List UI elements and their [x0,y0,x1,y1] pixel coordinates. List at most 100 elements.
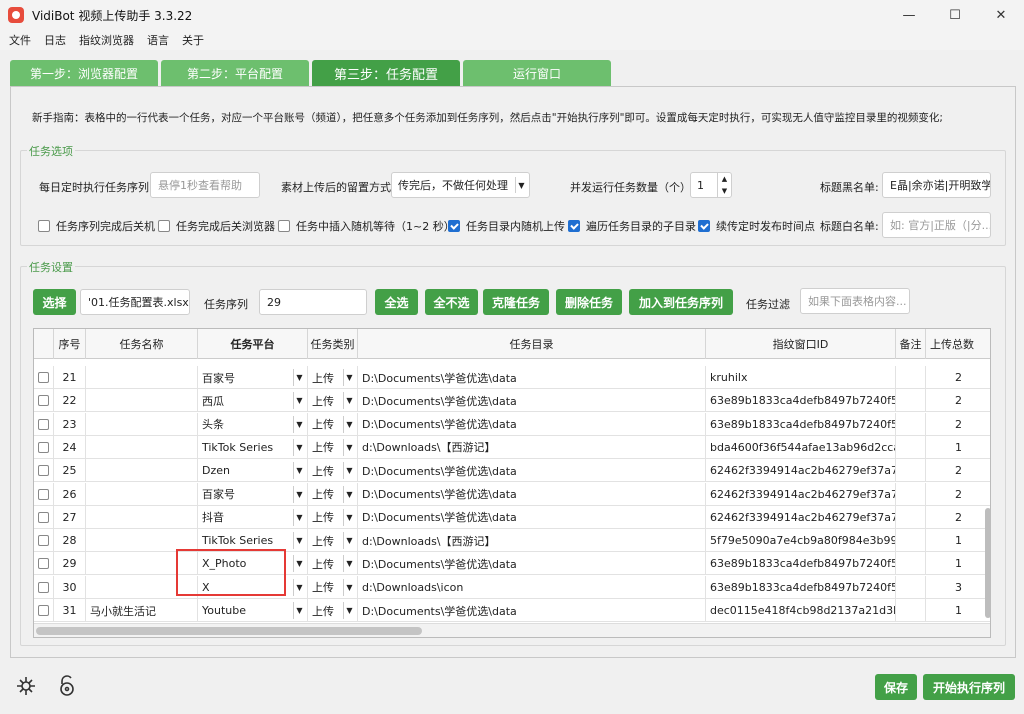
chevron-down-icon[interactable]: ▼ [293,392,305,410]
table-row[interactable]: 22 西瓜 ▼ 上传 ▼ D:\Documents\学爸优选\data 63e89b1833… [34,389,990,413]
row-checkbox-box[interactable] [38,465,49,477]
tab-platform-config[interactable]: 第二步：平台配置 [161,60,309,86]
config-file-field[interactable]: '01.任务配置表.xlsx [80,289,190,315]
start-sequence-button[interactable]: 开始执行序列 [923,674,1015,700]
row-checkbox-box[interactable] [38,372,49,383]
chevron-down-icon[interactable]: ▼ [343,369,355,386]
table-row[interactable]: 26 百家号 ▼ 上传 ▼ D:\Documents\学爸优选\data 62462f339… [34,482,990,506]
header-fingerprint-id[interactable]: 指纹窗口ID [706,329,896,359]
chevron-down-icon[interactable]: ▼ [343,508,355,526]
cell-platform[interactable]: TikTok Series ▼ [198,435,308,459]
cell-platform[interactable]: Dzen ▼ [198,459,308,483]
row-checkbox[interactable] [34,412,54,436]
daily-schedule-input[interactable]: 悬停1秒查看帮助 [150,172,260,198]
row-checkbox[interactable] [34,389,54,413]
menu-fingerprint-browser[interactable]: 指纹浏览器 [79,32,134,48]
header-task-type[interactable]: 任务类别 [308,329,358,359]
vertical-scroll-thumb[interactable] [985,508,991,618]
cell-task-type[interactable]: 上传 ▼ [308,552,358,576]
header-note[interactable]: 备注 [896,329,926,359]
chevron-down-icon[interactable]: ▼ [293,532,305,550]
cell-task-type[interactable]: 上传 ▼ [308,505,358,529]
table-row[interactable]: 21 百家号 ▼ 上传 ▼ D:\Documents\学爸优选\data kruhilx 2 [34,366,990,389]
select-all-button[interactable]: 全选 [375,289,418,315]
minimize-button[interactable]: — [886,0,932,30]
row-checkbox-box[interactable] [38,605,49,616]
row-checkbox-box[interactable] [38,418,49,430]
random-wait-checkbox[interactable]: 任务中插入随机等待（1~2 秒） [278,218,455,234]
row-checkbox-box[interactable] [38,558,49,570]
clone-task-button[interactable]: 克隆任务 [483,289,549,315]
header-platform[interactable]: 任务平台 [198,329,308,359]
chevron-down-icon[interactable]: ▼ [343,555,355,573]
chevron-down-icon[interactable]: ▼ [293,602,305,619]
chevron-down-icon[interactable]: ▼ [293,508,305,526]
row-checkbox[interactable] [34,552,54,576]
unlock-icon[interactable] [56,674,78,704]
cell-platform[interactable]: Youtube ▼ [198,599,308,622]
save-button[interactable]: 保存 [875,674,917,700]
task-sequence-input[interactable]: 29 [259,289,367,315]
row-checkbox-box[interactable] [38,395,49,407]
title-blacklist-input[interactable]: E晶|余亦诺|开明致学| [882,172,991,198]
table-row[interactable]: 23 头条 ▼ 上传 ▼ D:\Documents\学爸优选\data 63e89b1833… [34,412,990,436]
shutdown-after-sequence-checkbox[interactable]: 任务序列完成后关机 [38,218,155,234]
row-checkbox-box[interactable] [38,535,49,547]
cell-task-type[interactable]: 上传 ▼ [308,435,358,459]
row-checkbox[interactable] [34,482,54,506]
cell-platform[interactable]: 头条 ▼ [198,412,308,436]
delete-task-button[interactable]: 删除任务 [556,289,622,315]
cell-platform[interactable]: 百家号 ▼ [198,366,308,389]
menu-about[interactable]: 关于 [182,32,204,48]
tab-browser-config[interactable]: 第一步：浏览器配置 [10,60,158,86]
row-checkbox[interactable] [34,575,54,599]
random-upload-checkbox[interactable]: 任务目录内随机上传 [448,218,565,234]
row-checkbox[interactable] [34,459,54,483]
close-browser-after-task-checkbox[interactable]: 任务完成后关浏览器 [158,218,275,234]
table-row[interactable]: 27 抖音 ▼ 上传 ▼ D:\Documents\学爸优选\data 62462f3394… [34,505,990,529]
resume-schedule-checkbox[interactable]: 续传定时发布时间点 [698,218,815,234]
cell-task-type[interactable]: 上传 ▼ [308,599,358,622]
cell-task-type[interactable]: 上传 ▼ [308,412,358,436]
cell-task-type[interactable]: 上传 ▼ [308,529,358,553]
menu-log[interactable]: 日志 [44,32,66,48]
table-row[interactable]: 25 Dzen ▼ 上传 ▼ D:\Documents\学爸优选\data 62462f33… [34,459,990,483]
horizontal-scrollbar[interactable] [34,623,990,637]
chevron-down-icon[interactable]: ▼ [293,415,305,433]
cell-task-type[interactable]: 上传 ▼ [308,575,358,599]
header-task-dir[interactable]: 任务目录 [358,329,706,359]
close-button[interactable]: ✕ [978,0,1024,30]
row-checkbox[interactable] [34,529,54,553]
cell-task-type[interactable]: 上传 ▼ [308,389,358,413]
cell-platform[interactable]: 百家号 ▼ [198,482,308,506]
table-row[interactable]: 24 TikTok Series ▼ 上传 ▼ d:\Downloads\【西游记】 bda… [34,435,990,459]
chevron-down-icon[interactable]: ▼ [343,462,355,480]
row-checkbox[interactable] [34,599,54,622]
chevron-down-icon[interactable]: ▼ [343,392,355,410]
vertical-scrollbar[interactable] [985,358,991,620]
chevron-down-icon[interactable]: ▼ [293,555,305,573]
retain-mode-select[interactable]: 传完后，不做任何处理 ▼ [391,172,530,198]
task-filter-input[interactable]: 如果下面表格内容... [800,288,910,314]
menu-file[interactable]: 文件 [9,32,31,48]
row-checkbox-box[interactable] [38,441,49,453]
horizontal-scroll-thumb[interactable] [36,627,422,635]
traverse-subdirs-checkbox[interactable]: 遍历任务目录的子目录 [568,218,696,234]
title-whitelist-input[interactable]: 如: 官方|正版（|分... [882,212,991,238]
cell-platform[interactable]: 西瓜 ▼ [198,389,308,413]
cell-platform[interactable]: 抖音 ▼ [198,505,308,529]
select-none-button[interactable]: 全不选 [425,289,478,315]
tab-run-window[interactable]: 运行窗口 [463,60,611,86]
chevron-down-icon[interactable]: ▼ [343,532,355,550]
row-checkbox[interactable] [34,366,54,389]
chevron-down-icon[interactable]: ▼ [343,438,355,456]
row-checkbox-box[interactable] [38,581,49,593]
chevron-down-icon[interactable]: ▼ [343,415,355,433]
row-checkbox-box[interactable] [38,511,49,523]
chevron-down-icon[interactable]: ▼ [343,485,355,503]
spin-arrows-icon[interactable]: ▲ ▼ [717,173,731,197]
cell-task-type[interactable]: 上传 ▼ [308,482,358,506]
row-checkbox[interactable] [34,435,54,459]
bug-icon[interactable] [14,674,38,704]
row-checkbox-box[interactable] [38,488,49,500]
